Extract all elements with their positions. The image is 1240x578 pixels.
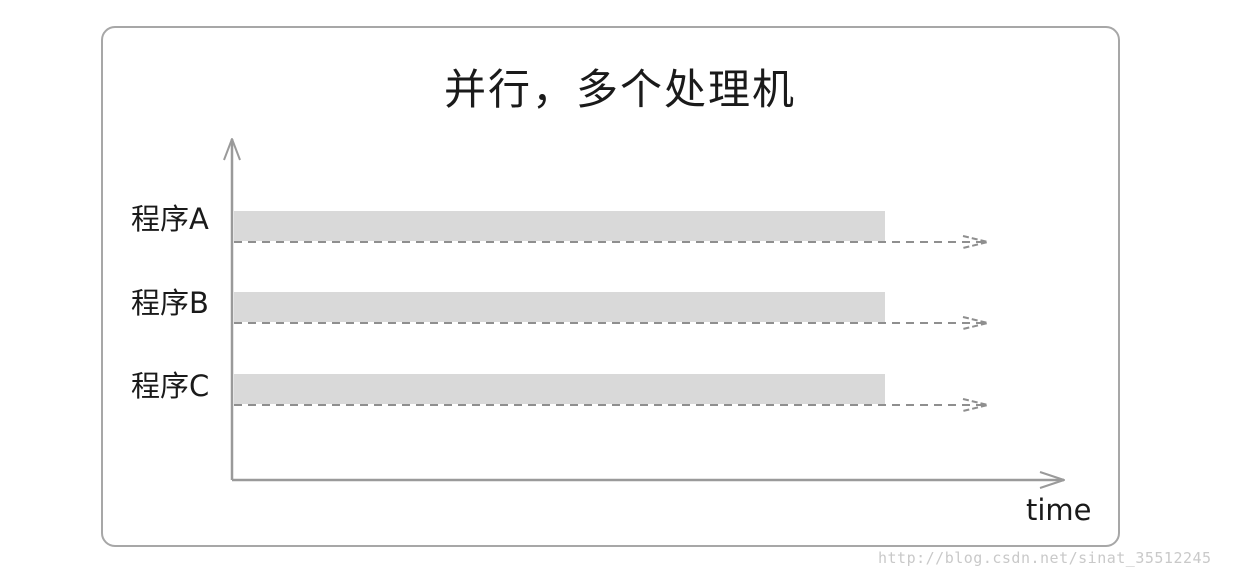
x-axis-label: time — [1026, 493, 1092, 527]
bar-program-c — [234, 374, 885, 404]
bar-program-b — [234, 292, 885, 322]
program-a-label: 程序A — [131, 202, 209, 236]
program-c-label: 程序C — [131, 369, 210, 403]
program-b-label: 程序B — [131, 286, 209, 320]
watermark: http://blog.csdn.net/sinat_35512245 — [878, 549, 1212, 567]
bar-program-a — [234, 211, 885, 241]
